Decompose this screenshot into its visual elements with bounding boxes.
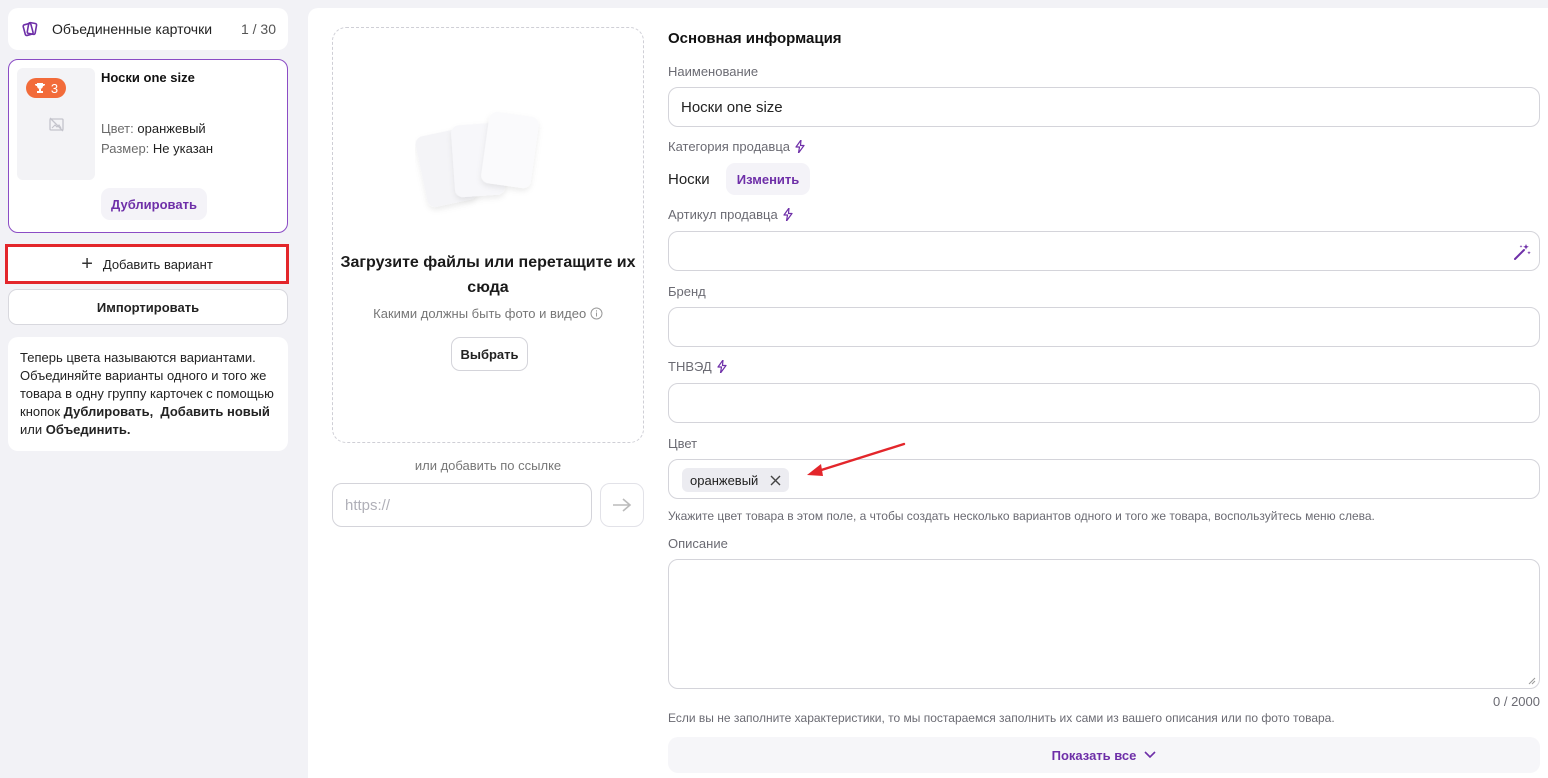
description-textarea[interactable]: [668, 559, 1540, 689]
color-helper-text: Укажите цвет товара в этом поле, а чтобы…: [668, 509, 1375, 523]
change-category-button[interactable]: Изменить: [726, 163, 810, 195]
photos-placeholder-icon: [415, 111, 539, 207]
category-label: Категория продавца: [668, 139, 805, 154]
description-label: Описание: [668, 536, 728, 551]
merged-cards-count: 1 / 30: [240, 21, 276, 37]
no-image-icon: [49, 117, 64, 132]
close-icon[interactable]: [770, 475, 781, 486]
color-chip: оранжевый: [682, 468, 790, 492]
add-variant-label: Добавить вариант: [102, 256, 213, 272]
variants-info-note: Теперь цвета называются вариантами. Объе…: [8, 337, 288, 451]
url-submit-button[interactable]: [600, 483, 644, 527]
upload-hint: Какими должны быть фото и видео: [333, 306, 643, 321]
merged-cards-title: Объединенные карточки: [52, 21, 213, 37]
magic-wand-icon[interactable]: [1513, 243, 1531, 261]
variant-name: Носки one size: [101, 70, 195, 85]
choose-file-button[interactable]: Выбрать: [451, 337, 528, 371]
description-helper-text: Если вы не заполните характеристики, то …: [668, 711, 1335, 725]
name-input[interactable]: Носки one size: [668, 87, 1540, 127]
category-value: Носки: [668, 171, 710, 188]
plus-icon: +: [81, 253, 93, 275]
duplicate-button[interactable]: Дублировать: [101, 188, 207, 220]
arrow-right-icon: [613, 498, 632, 512]
variant-card[interactable]: 3 Носки one size Цвет: оранжевый Размер:…: [8, 59, 288, 233]
import-button[interactable]: Импортировать: [8, 289, 288, 325]
tnved-label: ТНВЭД: [668, 359, 727, 374]
description-counter: 0 / 2000: [1493, 694, 1540, 709]
show-all-button[interactable]: Показать все: [668, 737, 1540, 773]
annotation-arrow: [807, 442, 906, 476]
url-input[interactable]: [332, 483, 592, 527]
cards-icon: [20, 19, 40, 39]
add-variant-button[interactable]: + Добавить вариант: [5, 244, 289, 284]
section-title: Основная информация: [668, 30, 842, 47]
or-add-by-link: или добавить по ссылке: [414, 458, 562, 473]
name-label: Наименование: [668, 64, 759, 79]
brand-input[interactable]: [668, 307, 1540, 347]
chevron-down-icon: [1144, 751, 1156, 759]
tnved-input[interactable]: [668, 383, 1540, 423]
variant-color: Цвет: оранжевый: [101, 121, 206, 136]
trophy-icon: [34, 83, 45, 93]
color-label: Цвет: [668, 436, 698, 451]
merged-cards-header: Объединенные карточки 1 / 30: [8, 8, 288, 50]
color-input[interactable]: оранжевый: [668, 459, 1540, 499]
lightning-icon: [717, 360, 727, 373]
lightning-icon: [783, 208, 793, 221]
upload-title: Загрузите файлы или перетащите их сюда: [340, 254, 636, 296]
brand-label: Бренд: [668, 284, 706, 299]
sku-label: Артикул продавца: [668, 207, 793, 222]
lightning-icon: [795, 140, 805, 153]
file-dropzone[interactable]: Загрузите файлы или перетащите их сюда К…: [332, 27, 644, 443]
rating-badge-value: 3: [50, 80, 59, 96]
rating-badge: 3: [26, 78, 66, 98]
main-panel: Загрузите файлы или перетащите их сюда К…: [308, 8, 1548, 778]
info-icon[interactable]: [590, 307, 603, 320]
sku-input[interactable]: [668, 231, 1540, 271]
variant-size: Размер: Не указан: [101, 141, 214, 156]
resize-handle-icon[interactable]: [1528, 677, 1536, 685]
